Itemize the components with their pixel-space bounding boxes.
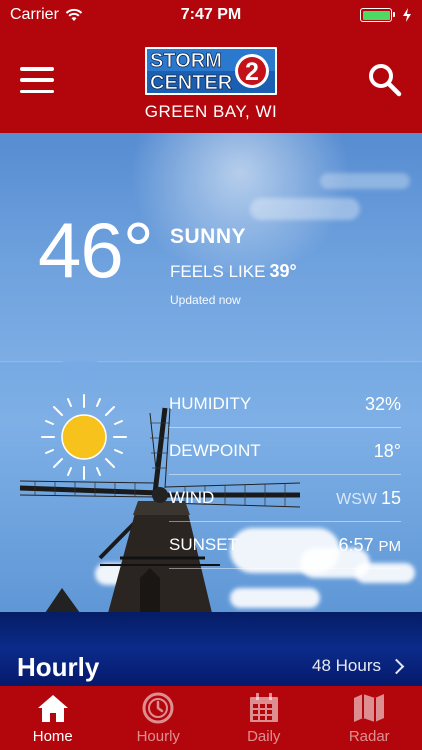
carrier-group: Carrier — [10, 6, 83, 24]
carrier-label: Carrier — [10, 6, 59, 23]
logo-number: 2 — [245, 58, 259, 86]
chevron-right-icon — [388, 658, 405, 674]
tab-home-label: Home — [32, 728, 73, 745]
hourly-link-label: 48 Hours — [312, 656, 381, 675]
tab-bar: Home Hourly Daily Radar — [0, 686, 422, 750]
dewpoint-value: 18° — [373, 440, 401, 461]
humidity-value: 32% — [364, 393, 401, 414]
detail-row-sunset: SUNSET 6:57 PM — [169, 522, 401, 569]
hourly-title: Hourly — [17, 652, 100, 682]
menu-bar-icon — [20, 89, 54, 93]
charging-icon — [403, 8, 411, 22]
wind-label: WIND — [169, 488, 215, 507]
search-icon[interactable] — [368, 63, 402, 97]
tab-daily-label: Daily — [247, 728, 281, 745]
feels-like: FEELS LIKE 39° — [170, 261, 297, 282]
menu-bar-icon — [20, 78, 54, 82]
logo-line1: STORM — [150, 50, 222, 72]
tab-radar[interactable]: Radar — [317, 686, 422, 750]
map-icon — [354, 694, 385, 722]
hourly-48-link[interactable]: 48 Hours — [312, 656, 405, 676]
tab-daily[interactable]: Daily — [211, 686, 317, 750]
battery-level — [362, 10, 390, 20]
current-conditions-panel: 46° SUNNY FEELS LIKE 39° Updated now HUM… — [0, 133, 422, 613]
tab-home[interactable]: Home — [0, 686, 106, 750]
menu-button[interactable] — [20, 67, 54, 93]
home-icon — [37, 695, 68, 722]
location-label: GREEN BAY, WI — [144, 102, 278, 121]
current-temperature: 46° — [38, 206, 154, 294]
tab-hourly[interactable]: Hourly — [106, 686, 212, 750]
sunny-icon — [41, 394, 127, 480]
detail-row-wind: WIND WSW 15 — [169, 475, 401, 522]
battery-group — [360, 8, 412, 22]
sunset-time: 6:57 — [338, 534, 374, 555]
feels-like-label: FEELS LIKE — [170, 262, 266, 281]
menu-bar-icon — [20, 67, 54, 71]
storm-center-logo: STORM CENTER 2 — [145, 47, 277, 95]
dewpoint-label: DEWPOINT — [169, 441, 261, 460]
wind-direction: WSW — [336, 490, 377, 508]
app-header: STORM CENTER 2 GREEN BAY, WI — [0, 30, 422, 133]
sunset-suffix: PM — [378, 537, 402, 555]
condition-label: SUNNY — [170, 225, 247, 248]
sunset-value-group: 6:57 PM — [338, 535, 401, 556]
detail-row-humidity: HUMIDITY 32% — [169, 381, 401, 428]
conditions-details: HUMIDITY 32% DEWPOINT 18° WIND WSW 15 SUN… — [169, 381, 401, 569]
hourly-section-header[interactable]: Hourly 48 Hours — [0, 612, 422, 686]
wind-speed: 15 — [380, 487, 401, 508]
battery-icon — [360, 8, 395, 22]
detail-row-dewpoint: DEWPOINT 18° — [169, 428, 401, 475]
sunset-label: SUNSET — [169, 535, 238, 554]
section-notch — [62, 361, 98, 379]
calendar-icon — [249, 693, 278, 722]
wind-value-group: WSW 15 — [336, 488, 401, 509]
tab-hourly-label: Hourly — [136, 728, 180, 745]
clock-icon — [142, 692, 174, 724]
feels-like-value: 39° — [269, 261, 297, 281]
status-bar: Carrier 7:47 PM — [0, 0, 422, 30]
tab-radar-label: Radar — [348, 728, 390, 745]
logo-line2: CENTER — [150, 72, 233, 94]
humidity-label: HUMIDITY — [169, 394, 252, 413]
wifi-icon — [65, 8, 83, 21]
updated-label: Updated now — [170, 293, 241, 307]
